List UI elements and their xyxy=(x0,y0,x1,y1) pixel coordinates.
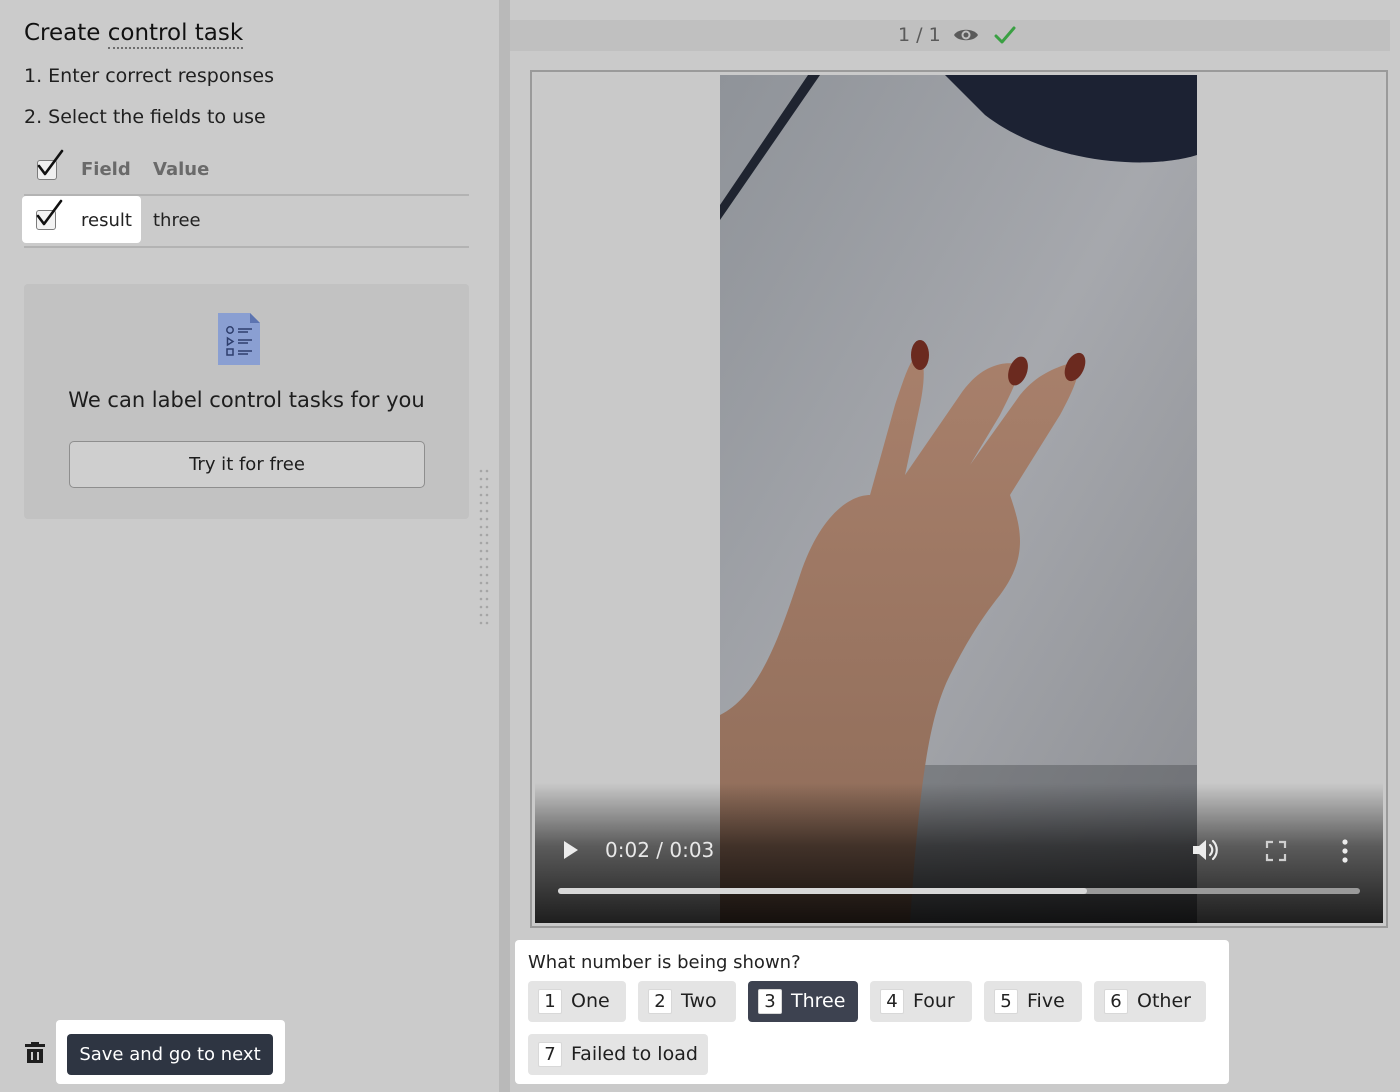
option-label: Other xyxy=(1137,990,1191,1012)
eye-icon[interactable] xyxy=(953,26,979,44)
option-three-button[interactable]: 3 Three xyxy=(748,981,858,1022)
option-label: Three xyxy=(791,990,846,1012)
option-label: Failed to load xyxy=(571,1043,698,1065)
promo-text: We can label control tasks for you xyxy=(68,388,425,412)
save-button-container: Save and go to next xyxy=(56,1020,285,1084)
option-label: Two xyxy=(681,990,717,1012)
select-all-checkbox[interactable] xyxy=(37,149,64,180)
option-four-button[interactable]: 4 Four xyxy=(870,981,972,1022)
video-frame: 0:02 / 0:03 xyxy=(530,70,1388,928)
check-icon[interactable] xyxy=(994,25,1016,45)
play-icon[interactable] xyxy=(561,838,581,862)
save-and-next-button[interactable]: Save and go to next xyxy=(67,1034,273,1075)
option-one-button[interactable]: 1 One xyxy=(528,981,626,1022)
answer-panel: What number is being shown? 1 One 2 Two … xyxy=(515,940,1229,1084)
option-label: One xyxy=(571,990,610,1012)
control-task-panel: Create control task 1. Enter correct res… xyxy=(0,0,499,1092)
row-field-value: three xyxy=(153,210,201,231)
task-list-document-icon xyxy=(218,313,260,365)
option-failed-to-load-button[interactable]: 7 Failed to load xyxy=(528,1034,708,1075)
option-two-button[interactable]: 2 Two xyxy=(638,981,736,1022)
table-row: result three xyxy=(22,196,469,248)
hotkey-badge: 5 xyxy=(994,989,1018,1014)
try-it-for-free-button[interactable]: Try it for free xyxy=(69,441,425,488)
video-progress-fill xyxy=(558,888,1088,894)
hotkey-badge: 7 xyxy=(538,1042,562,1067)
hotkey-badge: 1 xyxy=(538,989,562,1014)
hotkey-badge: 4 xyxy=(880,989,904,1014)
page-title: Create control task xyxy=(24,20,244,49)
panel-resize-handle[interactable] xyxy=(479,468,489,628)
hotkey-badge: 3 xyxy=(758,989,782,1014)
field-column-header: Field xyxy=(81,159,131,180)
trash-icon[interactable] xyxy=(24,1040,46,1064)
row-field-name: result xyxy=(81,210,132,231)
step-1-text: 1. Enter correct responses xyxy=(24,65,274,87)
result-field-checkbox[interactable] xyxy=(36,199,63,230)
volume-icon[interactable] xyxy=(1191,837,1219,863)
value-column-header: Value xyxy=(153,159,210,180)
checkmark-icon xyxy=(36,199,63,226)
hotkey-badge: 2 xyxy=(648,989,672,1014)
option-five-button[interactable]: 5 Five xyxy=(984,981,1082,1022)
fields-table-header: Field Value xyxy=(24,149,469,196)
task-preview-panel: 1 / 1 0:02 / 0:03 What number is being s… xyxy=(510,0,1400,1092)
step-2-text: 2. Select the fields to use xyxy=(24,106,266,128)
task-counter: 1 / 1 xyxy=(898,24,941,46)
panel-divider xyxy=(499,0,510,1092)
question-text: What number is being shown? xyxy=(528,952,801,973)
more-options-icon[interactable] xyxy=(1341,838,1349,864)
video-time: 0:02 / 0:03 xyxy=(605,838,715,862)
control-task-link[interactable]: control task xyxy=(107,20,244,49)
hotkey-badge: 6 xyxy=(1104,989,1128,1014)
option-label: Five xyxy=(1027,990,1065,1012)
title-prefix: Create xyxy=(24,20,108,46)
option-other-button[interactable]: 6 Other xyxy=(1094,981,1206,1022)
task-toolbar: 1 / 1 xyxy=(510,20,1390,51)
video-progress-bar[interactable] xyxy=(558,888,1360,894)
video-player[interactable]: 0:02 / 0:03 xyxy=(535,75,1383,923)
checkmark-icon xyxy=(37,149,64,176)
auto-label-promo: We can label control tasks for you Try i… xyxy=(24,284,469,519)
option-label: Four xyxy=(913,990,955,1012)
fullscreen-icon[interactable] xyxy=(1265,840,1287,862)
